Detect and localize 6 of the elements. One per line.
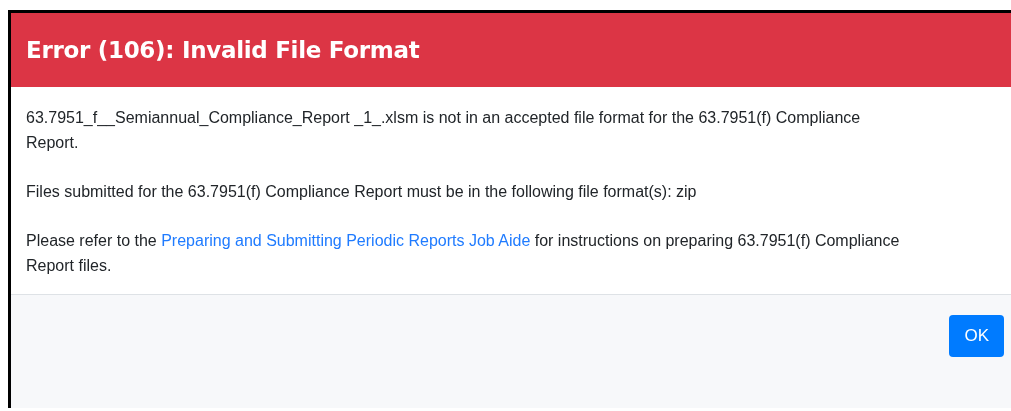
message-paragraph: Files submitted for the 63.7951(f) Compliance Report must be in the following file format(s): zip [26, 182, 698, 202]
ok-button[interactable]: OK [949, 315, 1004, 357]
message-paragraph: 63.7951_f__Semiannual_Compliance_Report _1_.xlsm is not in an accepted file format for the 63.7951(f) Compliance Report. [26, 108, 862, 153]
message-paragraph: Please refer to the Preparing and Submitting Periodic Reports Job Aide for instructions on preparing 63.7951(f) Compliance Report files. [26, 231, 901, 276]
dialog-title: Error (106): Invalid File Format [26, 37, 420, 63]
job-aide-link[interactable]: Preparing and Submitting Periodic Reports Job Aide [161, 232, 531, 249]
